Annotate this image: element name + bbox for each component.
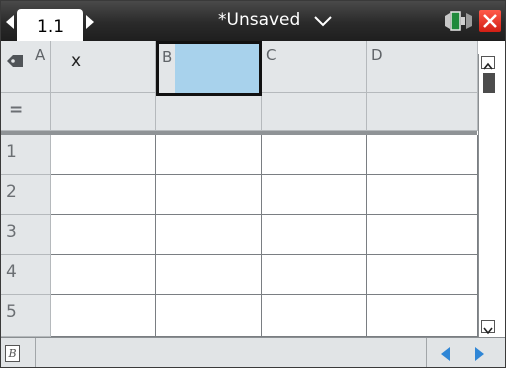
formula-cell-c[interactable] bbox=[262, 93, 367, 131]
data-cell[interactable] bbox=[51, 175, 156, 215]
formula-cell-d[interactable] bbox=[367, 93, 478, 131]
chevron-up-icon bbox=[483, 62, 493, 70]
data-cell[interactable] bbox=[367, 135, 478, 175]
triangle-right-icon[interactable] bbox=[475, 347, 484, 361]
row-header[interactable]: 1 bbox=[1, 135, 51, 175]
entry-separator bbox=[35, 338, 36, 367]
spreadsheet: A x B C D = 1 2 3 4 5 bbox=[1, 41, 505, 337]
corner-header[interactable]: A bbox=[1, 41, 51, 93]
scroll-thumb[interactable] bbox=[483, 73, 495, 93]
data-cell[interactable] bbox=[262, 255, 367, 295]
title-bar: 1.1 *Unsaved bbox=[1, 1, 505, 41]
data-cell[interactable] bbox=[262, 135, 367, 175]
data-cell[interactable] bbox=[367, 255, 478, 295]
data-cell[interactable] bbox=[367, 215, 478, 255]
nav-separator bbox=[426, 338, 427, 367]
formula-row-header[interactable]: = bbox=[1, 93, 51, 131]
tag-icon[interactable] bbox=[6, 54, 24, 68]
row-number: 4 bbox=[6, 262, 17, 282]
row-header[interactable]: 2 bbox=[1, 175, 51, 215]
row-number: 1 bbox=[6, 142, 17, 162]
data-cell[interactable] bbox=[156, 215, 262, 255]
battery-icon bbox=[445, 11, 472, 31]
page-tab-label: 1.1 bbox=[37, 17, 65, 37]
column-c-header[interactable]: C bbox=[262, 41, 367, 93]
previous-page-arrow-icon[interactable] bbox=[6, 15, 14, 29]
data-cell[interactable] bbox=[51, 295, 156, 337]
triangle-left-icon[interactable] bbox=[441, 347, 450, 361]
column-letter: A bbox=[35, 46, 46, 64]
document-title[interactable]: *Unsaved bbox=[218, 10, 300, 30]
column-letter: D bbox=[371, 46, 383, 64]
column-a-name[interactable]: x bbox=[71, 51, 81, 71]
chevron-down-icon[interactable] bbox=[313, 15, 333, 27]
data-cell[interactable] bbox=[156, 255, 262, 295]
column-d-header[interactable]: D bbox=[367, 41, 478, 93]
data-cell[interactable] bbox=[156, 295, 262, 337]
chevron-down-icon bbox=[483, 327, 493, 335]
column-a-header[interactable]: x bbox=[51, 41, 156, 93]
data-cell[interactable] bbox=[262, 215, 367, 255]
cell-entry-input[interactable] bbox=[41, 342, 423, 366]
scroll-down-button[interactable] bbox=[481, 320, 495, 335]
column-letter: B bbox=[162, 48, 173, 66]
data-cell[interactable] bbox=[51, 135, 156, 175]
page-tab[interactable]: 1.1 bbox=[17, 9, 83, 41]
close-icon bbox=[483, 14, 497, 28]
close-button[interactable] bbox=[479, 10, 501, 32]
column-b-header[interactable]: B bbox=[156, 41, 262, 96]
formula-cell-b[interactable] bbox=[156, 96, 262, 131]
data-cell[interactable] bbox=[262, 175, 367, 215]
calculator-window: 1.1 *Unsaved A x B C D = 1 2 3 4 5 B bbox=[0, 0, 506, 368]
entry-line: B bbox=[1, 337, 505, 367]
data-cell[interactable] bbox=[51, 215, 156, 255]
column-letter: C bbox=[266, 46, 277, 64]
row-number: 3 bbox=[6, 222, 17, 242]
data-cell[interactable] bbox=[367, 295, 478, 337]
data-cell[interactable] bbox=[367, 175, 478, 215]
scroll-up-button[interactable] bbox=[481, 56, 495, 70]
vertical-scrollbar[interactable] bbox=[478, 54, 497, 337]
data-cell[interactable] bbox=[262, 295, 367, 337]
italic-b-icon[interactable]: B bbox=[5, 345, 20, 362]
selected-cell-highlight bbox=[175, 44, 259, 93]
data-cell[interactable] bbox=[156, 175, 262, 215]
row-number: 5 bbox=[6, 302, 17, 322]
row-header[interactable]: 4 bbox=[1, 255, 51, 295]
formula-cell-a[interactable] bbox=[51, 93, 156, 131]
row-number: 2 bbox=[6, 182, 17, 202]
data-cell[interactable] bbox=[51, 255, 156, 295]
row-header[interactable]: 5 bbox=[1, 295, 51, 337]
data-cell[interactable] bbox=[156, 135, 262, 175]
next-page-arrow-icon[interactable] bbox=[86, 15, 94, 29]
row-header[interactable]: 3 bbox=[1, 215, 51, 255]
equals-symbol: = bbox=[9, 100, 24, 120]
